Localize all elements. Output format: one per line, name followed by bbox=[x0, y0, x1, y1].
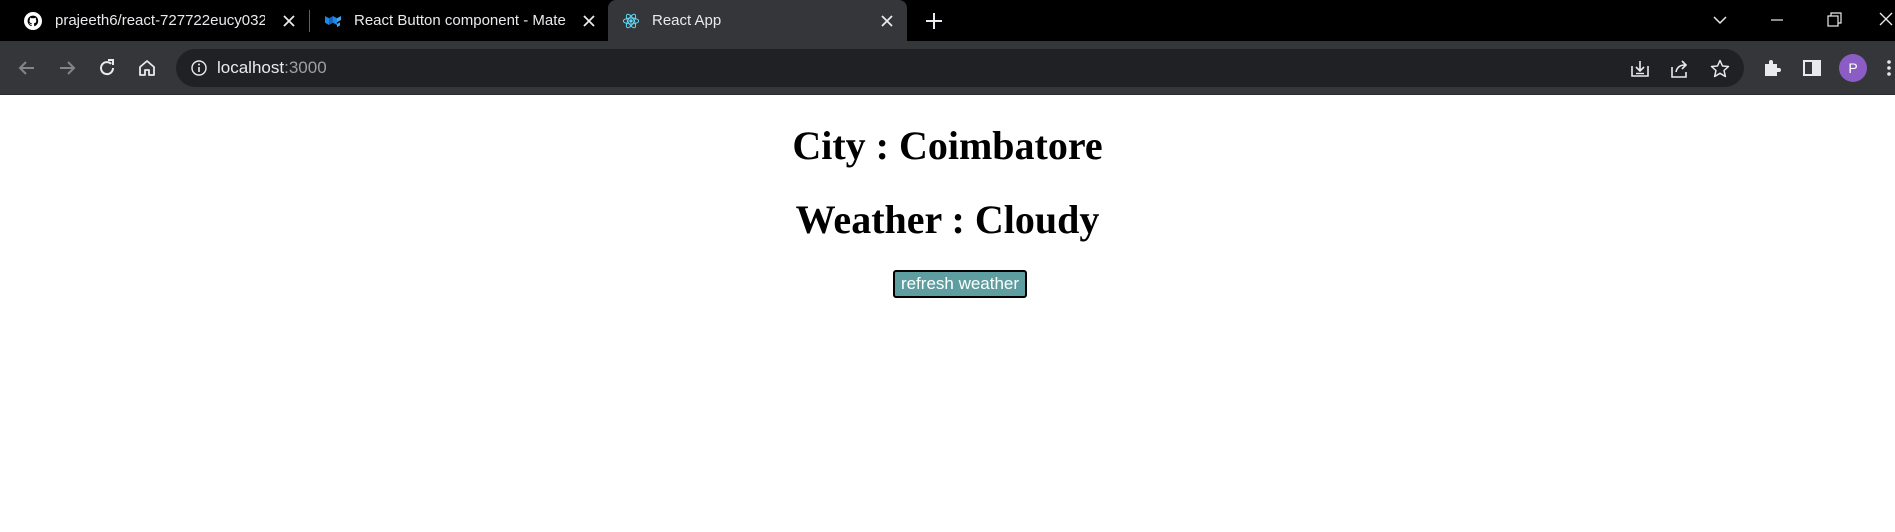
mui-icon bbox=[325, 16, 341, 28]
share-icon[interactable] bbox=[1669, 58, 1691, 80]
install-app-icon[interactable] bbox=[1629, 58, 1651, 80]
close-icon[interactable] bbox=[282, 14, 296, 28]
back-icon[interactable] bbox=[16, 57, 38, 79]
close-window-icon[interactable] bbox=[1875, 9, 1895, 31]
weather-section: Weather : Cloudy bbox=[0, 197, 1895, 243]
chevron-down-icon[interactable] bbox=[1708, 9, 1732, 31]
bookmark-star-icon[interactable] bbox=[1709, 58, 1731, 80]
forward-icon[interactable] bbox=[56, 57, 78, 79]
page-viewport: City : Coimbatore Weather : Cloudy refre… bbox=[0, 96, 1895, 532]
react-icon bbox=[622, 13, 640, 29]
tab-github[interactable]: prajeeth6/react-727722eucy032 bbox=[0, 0, 305, 41]
side-panel-icon[interactable] bbox=[1801, 57, 1823, 79]
restore-icon[interactable] bbox=[1822, 9, 1846, 31]
refresh-weather-button[interactable]: refresh weather bbox=[893, 270, 1027, 298]
tab-title: prajeeth6/react-727722eucy032 bbox=[55, 12, 265, 29]
tab-title: React App bbox=[652, 12, 722, 29]
browser-toolbar: localhost:3000 P bbox=[0, 41, 1895, 95]
minimize-icon[interactable] bbox=[1765, 9, 1789, 31]
url-text[interactable]: localhost:3000 bbox=[217, 58, 327, 78]
city-section: City : Coimbatore bbox=[0, 123, 1895, 169]
reload-icon[interactable] bbox=[96, 57, 118, 79]
profile-avatar[interactable]: P bbox=[1839, 54, 1867, 82]
menu-kebab-icon[interactable] bbox=[1884, 57, 1895, 79]
close-icon[interactable] bbox=[582, 14, 596, 28]
tab-mui[interactable]: React Button component - Mate bbox=[310, 0, 607, 41]
address-bar[interactable]: localhost:3000 bbox=[176, 49, 1744, 87]
github-icon bbox=[24, 12, 42, 30]
site-info-icon[interactable] bbox=[190, 59, 208, 77]
tab-react-app[interactable]: React App bbox=[608, 0, 907, 41]
tab-strip: prajeeth6/react-727722eucy032 React Butt… bbox=[0, 0, 1895, 41]
url-port: :3000 bbox=[284, 58, 327, 77]
new-tab-icon[interactable] bbox=[923, 10, 945, 32]
weather-heading: Weather : Cloudy bbox=[795, 197, 1100, 242]
tab-title: React Button component - Mate bbox=[354, 12, 566, 29]
url-host: localhost bbox=[217, 58, 285, 77]
city-heading: City : Coimbatore bbox=[792, 123, 1103, 168]
close-icon[interactable] bbox=[880, 14, 894, 28]
home-icon[interactable] bbox=[136, 57, 158, 79]
extensions-icon[interactable] bbox=[1761, 57, 1783, 79]
